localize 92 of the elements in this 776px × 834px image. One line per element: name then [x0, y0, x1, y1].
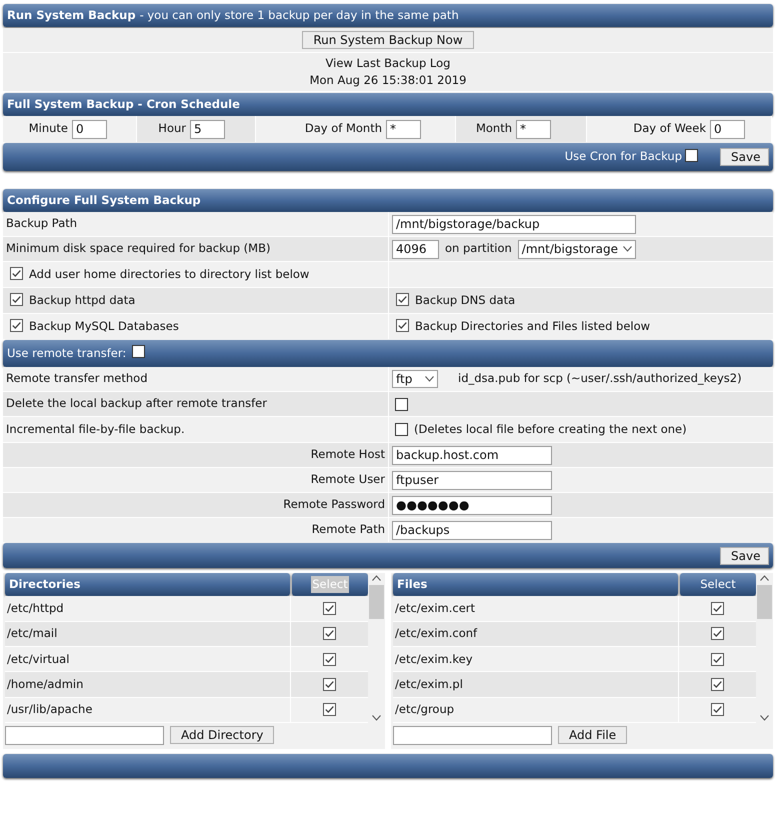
checkbox[interactable]	[685, 148, 698, 162]
button[interactable]: Save	[720, 546, 769, 564]
table-cell-text: /home/admin	[7, 676, 84, 693]
header-label: Select	[700, 576, 736, 594]
hint-text: id_dsa.pub for scp (~user/.ssh/authorized_keys2)	[458, 370, 742, 388]
checkbox[interactable]	[711, 627, 724, 640]
field-label: Day of Week	[633, 120, 706, 138]
caret-icon	[622, 246, 632, 252]
field-label: Remote User	[310, 471, 385, 488]
scroll-thumb[interactable]	[369, 585, 384, 619]
input-field[interactable]: 0	[72, 120, 107, 138]
table-cell: /usr/lib/apache	[7, 701, 92, 718]
timestamp: Mon Aug 26 15:38:01 2019	[310, 72, 466, 89]
input-field[interactable]: 5	[190, 120, 225, 138]
table-cell-text: /etc/httpd	[7, 600, 64, 617]
checkbox[interactable]	[323, 627, 336, 640]
input-field[interactable]	[393, 726, 552, 744]
checkbox[interactable]	[10, 318, 23, 332]
checkbox[interactable]	[323, 652, 336, 666]
column-header: Files	[393, 573, 678, 596]
button[interactable]: Run System Backup Now	[302, 31, 474, 49]
input-field[interactable]: ●●●●●●●	[392, 496, 552, 514]
input-field[interactable]	[5, 726, 164, 744]
checkbox-label: Use Cron for Backup	[564, 148, 682, 166]
caret-icon	[425, 376, 434, 382]
table-cell-text: /etc/exim.pl	[395, 676, 463, 693]
hint-text: (Deletes local file before creating the next one)	[414, 420, 687, 438]
checkbox[interactable]	[711, 678, 724, 691]
checkbox[interactable]	[396, 292, 409, 306]
section-header: Full System Backup - Cron Schedule	[3, 93, 773, 116]
scroll-up-icon[interactable]	[760, 575, 769, 581]
input-field[interactable]: *	[386, 120, 421, 138]
field-label: on partition	[445, 240, 512, 258]
field-label: Hour	[158, 120, 186, 138]
input-field[interactable]: ftpuser	[392, 470, 552, 490]
button[interactable]: Save	[720, 148, 769, 166]
checkbox-label: Backup DNS data	[415, 292, 516, 309]
checkbox[interactable]	[323, 703, 336, 716]
checkbox-label: Backup httpd data	[29, 292, 136, 309]
checkbox[interactable]	[323, 602, 336, 616]
field-label: Minimum disk space required for backup (MB)	[6, 240, 270, 258]
checkbox[interactable]	[395, 423, 408, 436]
log-link[interactable]: View Last Backup Log	[326, 54, 450, 72]
checkbox[interactable]	[711, 602, 724, 616]
field-label: Remote Path	[312, 521, 385, 538]
table-cell: /etc/exim.conf	[395, 625, 478, 642]
input-field[interactable]: 4096	[392, 240, 439, 258]
table-cell: /etc/mail	[7, 625, 58, 642]
checkbox-label: Use remote transfer:	[7, 344, 126, 362]
checkbox[interactable]	[711, 652, 724, 666]
field-label: Remote Host	[310, 446, 385, 464]
scrollbar[interactable]	[368, 573, 385, 723]
field-label: Day of Month	[304, 120, 382, 138]
field-label: Month	[476, 120, 512, 138]
checkbox[interactable]	[10, 266, 23, 280]
scroll-down-icon[interactable]	[760, 715, 769, 721]
checkbox[interactable]	[323, 678, 336, 691]
button[interactable]: Add File	[558, 726, 628, 744]
scroll-thumb[interactable]	[757, 585, 772, 619]
field-label: Delete the local backup after remote transfer	[6, 395, 267, 412]
checkbox[interactable]	[132, 345, 146, 358]
checkbox[interactable]	[10, 292, 23, 306]
table-cell: /etc/group	[395, 701, 454, 718]
input-field[interactable]: 0	[710, 120, 745, 138]
table-cell: /etc/exim.key	[395, 650, 473, 668]
field-label: Remote Password	[283, 496, 385, 514]
button[interactable]: Add Directory	[170, 726, 274, 744]
input-field[interactable]: /backups	[392, 520, 552, 540]
input-field[interactable]: backup.host.com	[392, 446, 552, 464]
section-title: Run System Backup	[7, 6, 136, 24]
section-header: Configure Full System Backup	[3, 189, 773, 212]
checkbox[interactable]	[396, 318, 409, 332]
table-cell-text: /etc/exim.cert	[395, 600, 476, 617]
field-label: Backup Path	[6, 215, 78, 232]
input-field[interactable]: *	[516, 120, 551, 138]
field-label: Remote transfer method	[6, 370, 148, 388]
scrollbar[interactable]	[756, 573, 773, 723]
field-label: Incremental file-by-file backup.	[6, 420, 185, 438]
checkbox-label: Add user home directories to directory list below	[29, 266, 310, 283]
method-dropdown[interactable]: ftp	[392, 370, 438, 388]
checkbox-label: Backup Directories and Files listed below	[415, 318, 650, 335]
checkbox[interactable]	[711, 703, 724, 716]
input-field[interactable]: /mnt/bigstorage/backup	[392, 214, 636, 234]
checkbox[interactable]	[395, 398, 408, 410]
table-cell: /etc/virtual	[7, 650, 70, 668]
checkbox-label: Backup MySQL Databases	[29, 318, 179, 335]
partition-dropdown[interactable]: /mnt/bigstorage	[518, 240, 636, 258]
field-label: Minute	[28, 120, 68, 138]
column-header: Directories	[5, 573, 290, 596]
scroll-down-icon[interactable]	[372, 715, 381, 721]
scroll-up-icon[interactable]	[372, 575, 381, 581]
section-subtitle: - you can only store 1 backup per day in the same path	[140, 6, 459, 24]
